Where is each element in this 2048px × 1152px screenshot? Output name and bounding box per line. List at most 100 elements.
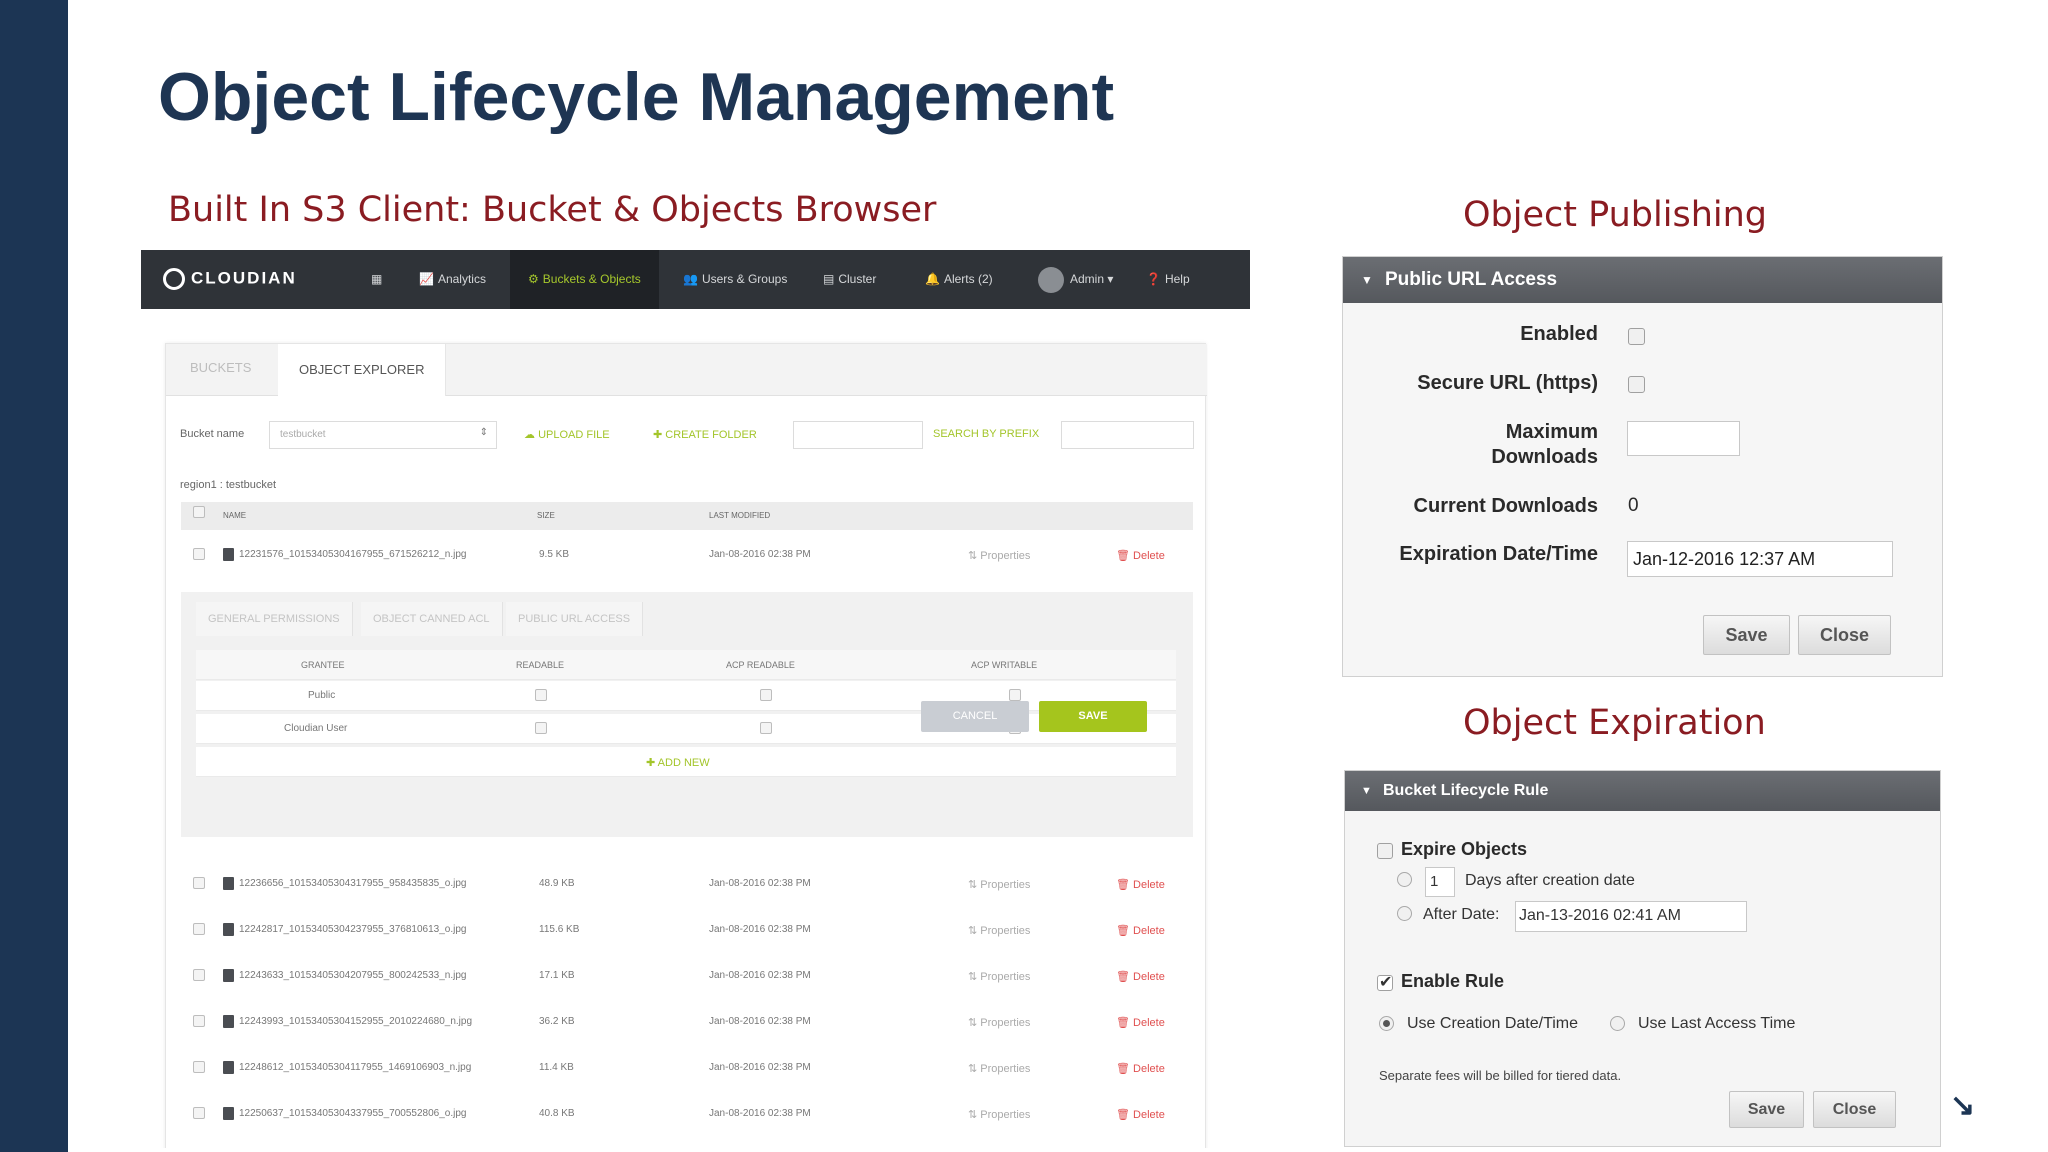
properties-link[interactable]: ⇅ Properties [968, 924, 1030, 937]
folder-name-input[interactable] [793, 421, 923, 449]
acp-readable-checkbox[interactable] [760, 689, 772, 701]
publish-save-button[interactable]: Save [1703, 615, 1790, 655]
table-row[interactable]: 12242817_10153405304237955_376810613_o.j… [181, 915, 1193, 947]
properties-link[interactable]: ⇅ Properties [968, 1016, 1030, 1029]
current-downloads-value: 0 [1628, 495, 1639, 516]
properties-link[interactable]: ⇅ Properties [968, 1062, 1030, 1075]
acp-readable-checkbox[interactable] [760, 722, 772, 734]
delete-link[interactable]: 🗑 Delete [1116, 878, 1165, 891]
row-checkbox[interactable] [193, 969, 205, 981]
readable-checkbox[interactable] [535, 722, 547, 734]
nav-alerts[interactable]: 🔔 Alerts (2) [925, 250, 993, 309]
perm-header: GRANTEE READABLE ACP READABLE ACP WRITAB… [196, 650, 1176, 680]
search-prefix-button[interactable]: SEARCH BY PREFIX [933, 428, 1039, 440]
cloudian-logo[interactable]: CLOUDIAN [163, 268, 297, 290]
row-checkbox[interactable] [193, 1015, 205, 1027]
nav-analytics[interactable]: 📈 Analytics [419, 250, 486, 309]
days-radio[interactable] [1397, 872, 1412, 887]
readable-checkbox[interactable] [535, 689, 547, 701]
table-row[interactable]: 12255746_10153405304292955_222270162_o.j… [181, 1145, 1193, 1148]
nav-admin[interactable]: Admin ▾ [1038, 250, 1113, 309]
file-name[interactable]: 12250637_10153405304337955_700552806_o.j… [239, 1108, 466, 1119]
tab-object-explorer[interactable]: OBJECT EXPLORER [278, 344, 447, 396]
tab-public-url-access[interactable]: PUBLIC URL ACCESS [506, 602, 644, 636]
file-name[interactable]: 12242817_10153405304237955_376810613_o.j… [239, 924, 466, 935]
upload-file-button[interactable]: ☁ UPLOAD FILE [524, 428, 610, 441]
properties-link[interactable]: ⇅ Properties [968, 878, 1030, 891]
logo-mark-icon [163, 268, 185, 290]
delete-link[interactable]: 🗑 Delete [1116, 970, 1165, 983]
public-url-header[interactable]: ▼ Public URL Access [1343, 257, 1942, 303]
after-date-radio[interactable] [1397, 906, 1412, 921]
select-all-checkbox[interactable] [193, 506, 205, 518]
lifecycle-save-button[interactable]: Save [1729, 1091, 1804, 1128]
properties-link[interactable]: ⇅ Properties [968, 1108, 1030, 1121]
properties-label: Properties [980, 1017, 1031, 1029]
max-downloads-input[interactable] [1627, 421, 1740, 456]
delete-label: Delete [1133, 879, 1165, 891]
file-name[interactable]: 12248612_10153405304117955_1469106903_n.… [239, 1062, 471, 1073]
publish-close-button[interactable]: Close [1798, 615, 1891, 655]
file-name[interactable]: 12231576_10153405304167955_671526212_n.j… [239, 549, 466, 560]
lifecycle-header[interactable]: ▼ Bucket Lifecycle Rule [1345, 771, 1940, 811]
grantee-name: Public [308, 690, 336, 701]
secure-url-checkbox[interactable] [1628, 376, 1645, 393]
table-row[interactable]: 12248612_10153405304117955_1469106903_n.… [181, 1053, 1193, 1085]
expiration-input[interactable]: Jan-12-2016 12:37 AM [1627, 541, 1893, 577]
save-button[interactable]: SAVE [1039, 701, 1147, 732]
row-checkbox[interactable] [193, 548, 205, 560]
row-checkbox[interactable] [193, 1061, 205, 1073]
nav-admin-label: Admin ▾ [1070, 272, 1114, 286]
delete-link[interactable]: 🗑 Delete [1116, 1016, 1165, 1029]
nav-dashboard[interactable]: ▦ [371, 250, 386, 309]
after-date-input[interactable]: Jan-13-2016 02:41 AM [1515, 901, 1747, 932]
table-row[interactable]: 12243633_10153405304207955_800242533_n.j… [181, 961, 1193, 993]
use-access-radio[interactable] [1610, 1016, 1625, 1031]
acp-writable-checkbox[interactable] [1009, 689, 1021, 701]
tab-object-canned-acl[interactable]: OBJECT CANNED ACL [361, 602, 503, 636]
row-checkbox[interactable] [193, 923, 205, 935]
delete-link[interactable]: 🗑 Delete [1116, 924, 1165, 937]
table-row[interactable]: 12243993_10153405304152955_2010224680_n.… [181, 1007, 1193, 1039]
tab-buckets[interactable]: BUCKETS [190, 360, 251, 375]
nav-users-groups[interactable]: 👥 Users & Groups [683, 250, 787, 309]
file-date: Jan-08-2016 02:38 PM [709, 1016, 811, 1027]
file-icon [223, 923, 234, 936]
nav-help[interactable]: ❓ Help [1146, 250, 1190, 309]
nav-alerts-label: Alerts (2) [943, 272, 993, 286]
days-input[interactable]: 1 [1425, 867, 1455, 897]
lifecycle-close-button[interactable]: Close [1813, 1091, 1896, 1128]
use-creation-radio[interactable] [1379, 1016, 1394, 1031]
enable-rule-checkbox[interactable]: ✔ [1377, 974, 1393, 991]
table-row[interactable]: 12236656_10153405304317955_958435835_o.j… [181, 869, 1193, 901]
table-row[interactable]: 12231576_10153405304167955_671526212_n.j… [181, 540, 1193, 572]
delete-link[interactable]: 🗑 Delete [1116, 1108, 1165, 1121]
cancel-button[interactable]: CANCEL [921, 701, 1029, 732]
properties-link[interactable]: ⇅ Properties [968, 970, 1030, 983]
bucket-select[interactable]: testbucket ⇕ [269, 421, 497, 449]
delete-link[interactable]: 🗑 Delete [1116, 1062, 1165, 1075]
properties-link[interactable]: ⇅ Properties [968, 549, 1030, 562]
file-date: Jan-08-2016 02:38 PM [709, 924, 811, 935]
enabled-checkbox[interactable] [1628, 328, 1645, 345]
col-acp-writable: ACP WRITABLE [971, 660, 1038, 670]
expire-objects-checkbox[interactable] [1377, 843, 1393, 859]
file-name[interactable]: 12243993_10153405304152955_2010224680_n.… [239, 1016, 472, 1027]
nav-buckets-objects[interactable]: ⚙ Buckets & Objects [510, 250, 659, 309]
delete-link[interactable]: 🗑 Delete [1116, 549, 1165, 562]
add-new-button[interactable]: ✚ ADD NEW [646, 756, 710, 769]
row-checkbox[interactable] [193, 877, 205, 889]
file-name[interactable]: 12236656_10153405304317955_958435835_o.j… [239, 878, 466, 889]
nav-cluster[interactable]: ▤ Cluster [823, 250, 876, 309]
row-checkbox[interactable] [193, 1107, 205, 1119]
explorer-tabs: BUCKETS OBJECT EXPLORER [166, 344, 1207, 396]
avatar [1038, 266, 1064, 293]
table-row[interactable]: 12250637_10153405304337955_700552806_o.j… [181, 1099, 1193, 1131]
file-name[interactable]: 12243633_10153405304207955_800242533_n.j… [239, 970, 466, 981]
bucket-name-label: Bucket name [180, 428, 245, 440]
search-prefix-input[interactable] [1061, 421, 1194, 449]
tab-general-permissions[interactable]: GENERAL PERMISSIONS [196, 602, 353, 636]
add-new-row[interactable]: ✚ ADD NEW [196, 747, 1176, 777]
create-folder-button[interactable]: ✚ CREATE FOLDER [653, 428, 757, 441]
sliders-icon: ⇅ [968, 925, 981, 937]
